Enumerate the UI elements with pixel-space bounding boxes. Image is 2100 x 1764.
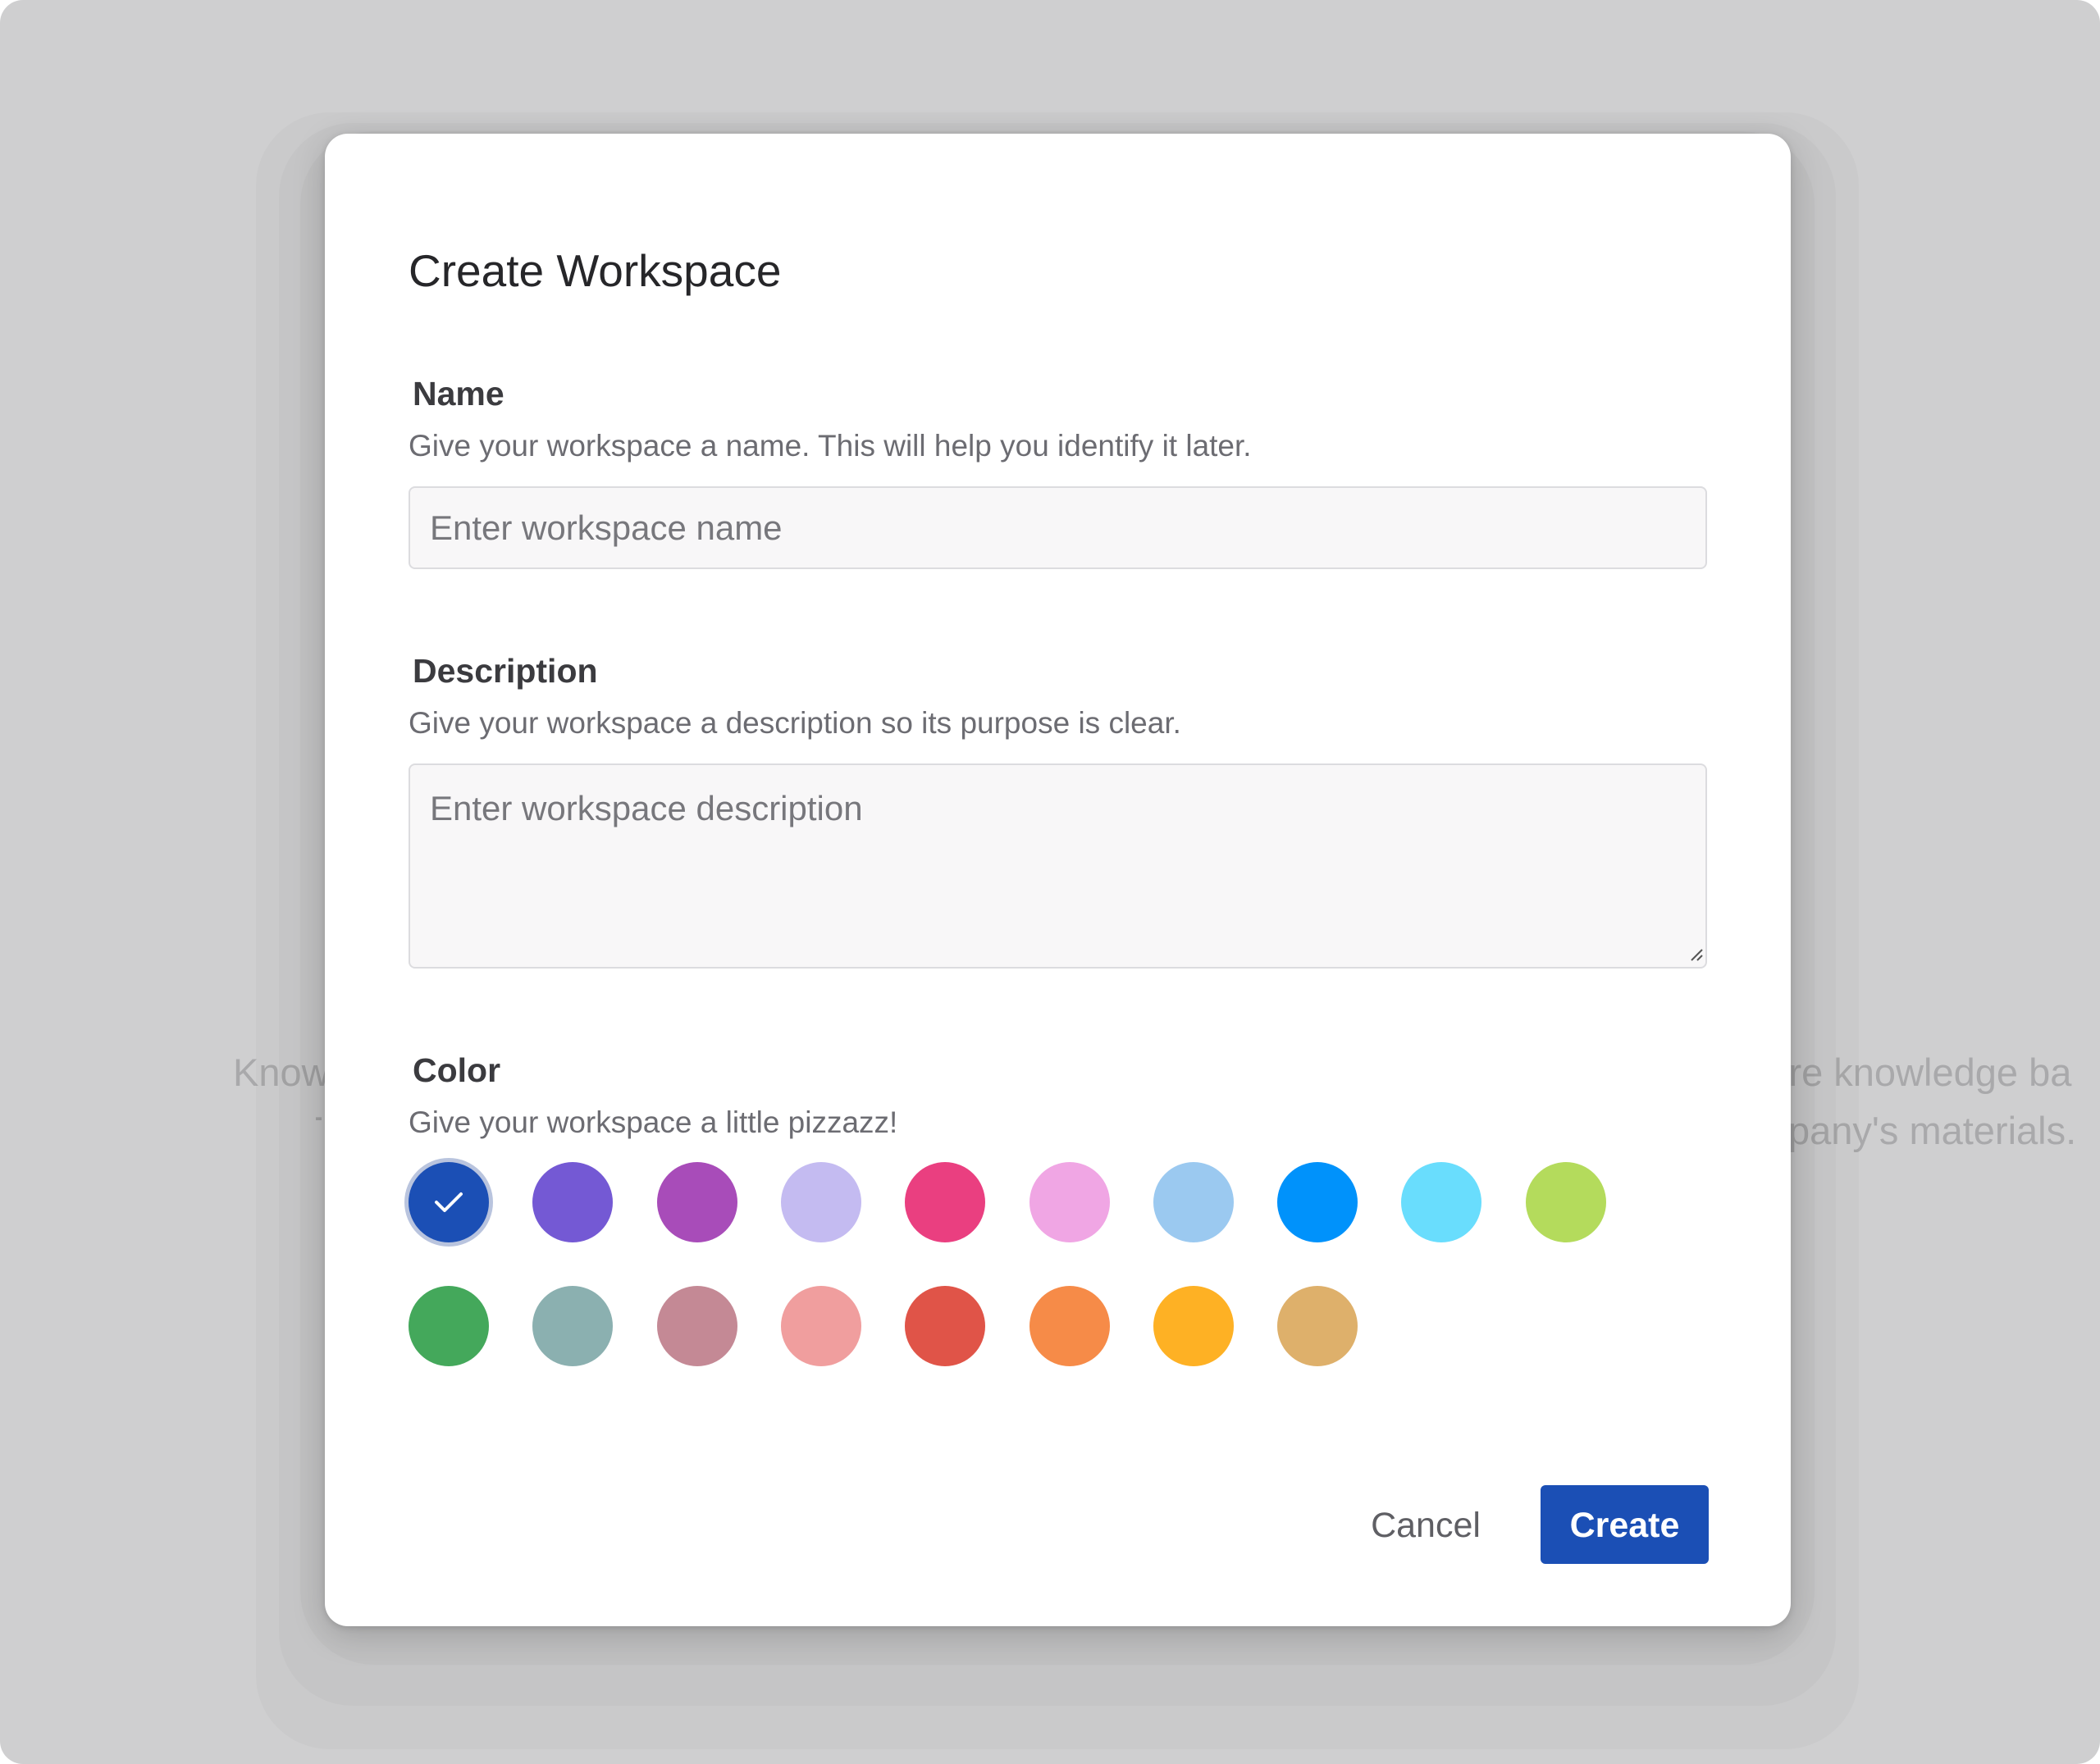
color-label: Color — [413, 1051, 501, 1089]
create-workspace-dialog: Create Workspace Name Give your workspac… — [325, 134, 1791, 1626]
cancel-button[interactable]: Cancel — [1340, 1485, 1512, 1564]
color-help-text: Give your workspace a little pizzazz! — [409, 1105, 898, 1139]
workspace-description-input[interactable] — [409, 763, 1707, 969]
description-help-text: Give your workspace a description so its… — [409, 706, 1181, 740]
resize-handle-icon[interactable] — [1689, 947, 1704, 962]
color-swatch[interactable] — [1153, 1286, 1234, 1366]
color-swatch[interactable] — [1277, 1286, 1358, 1366]
color-swatch[interactable] — [905, 1162, 985, 1242]
color-swatch[interactable] — [1029, 1286, 1110, 1366]
color-swatch[interactable] — [1029, 1162, 1110, 1242]
name-help-text: Give your workspace a name. This will he… — [409, 429, 1252, 463]
workspace-name-input[interactable] — [409, 486, 1707, 569]
color-swatch[interactable] — [1277, 1162, 1358, 1242]
color-swatch[interactable] — [409, 1162, 489, 1242]
name-label: Name — [413, 375, 504, 413]
color-swatch[interactable] — [657, 1286, 737, 1366]
create-button[interactable]: Create — [1541, 1485, 1709, 1564]
color-swatch[interactable] — [532, 1286, 613, 1366]
dialog-title: Create Workspace — [409, 245, 782, 296]
color-swatch[interactable] — [1401, 1162, 1481, 1242]
color-swatch[interactable] — [657, 1162, 737, 1242]
color-swatch[interactable] — [781, 1286, 861, 1366]
color-swatch[interactable] — [781, 1162, 861, 1242]
description-label: Description — [413, 652, 598, 690]
color-swatch[interactable] — [409, 1286, 489, 1366]
color-swatch[interactable] — [532, 1162, 613, 1242]
checkmark-icon — [435, 1192, 463, 1212]
modal-overlay[interactable]: Know T ire knowledge ba pany's materials… — [0, 0, 2100, 1764]
color-swatch[interactable] — [1526, 1162, 1606, 1242]
color-swatch[interactable] — [905, 1286, 985, 1366]
color-swatch[interactable] — [1153, 1162, 1234, 1242]
